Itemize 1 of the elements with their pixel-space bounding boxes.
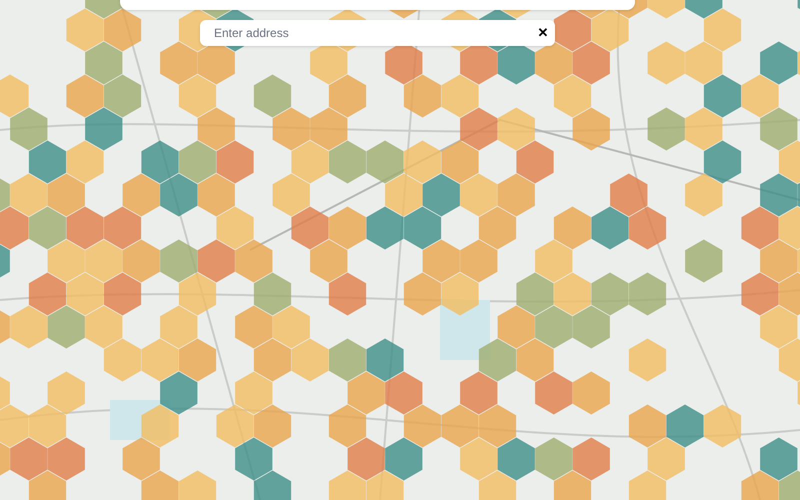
clear-button[interactable]: ✕ bbox=[534, 24, 552, 42]
